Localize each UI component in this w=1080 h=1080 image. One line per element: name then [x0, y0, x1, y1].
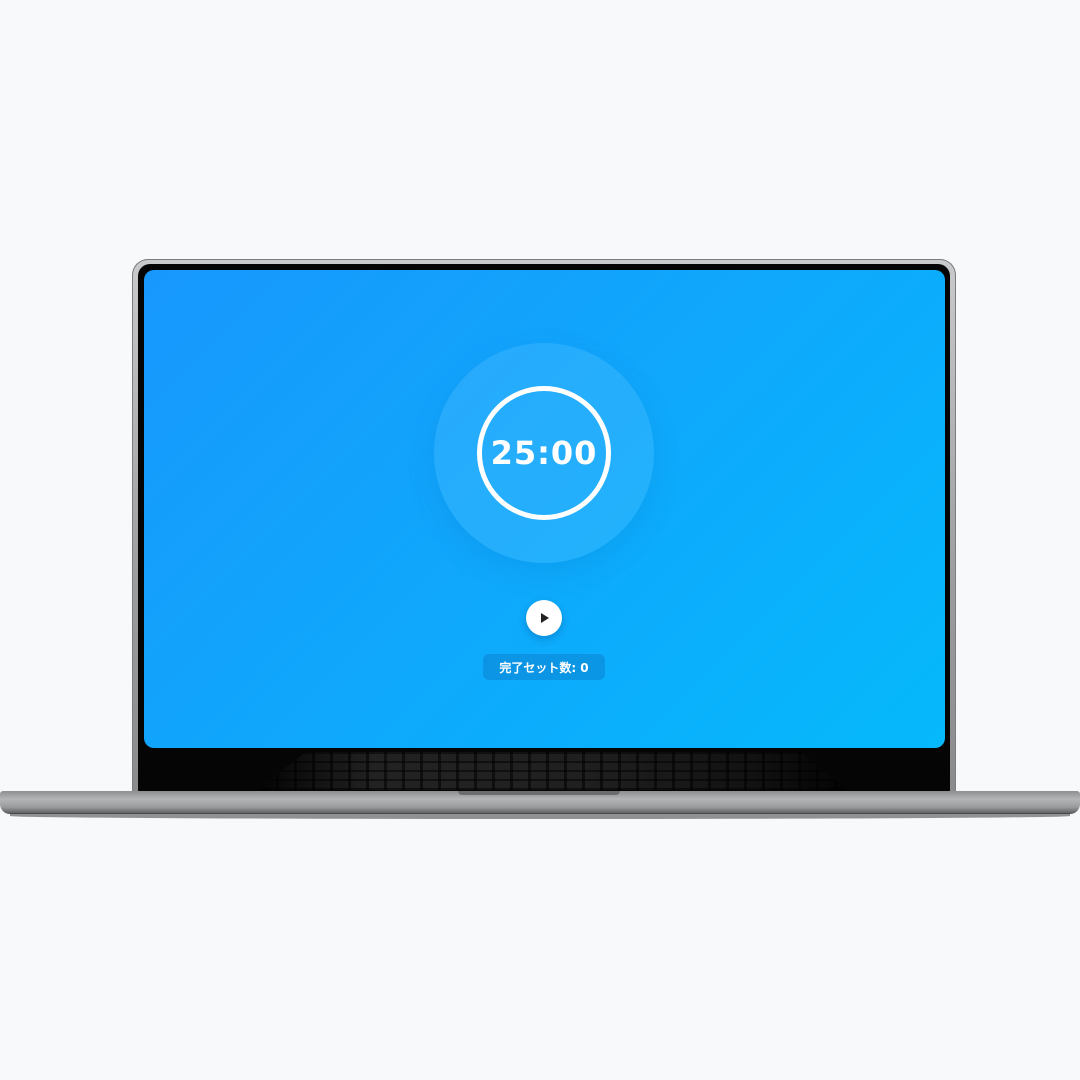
keyboard-reflection — [258, 752, 848, 790]
timer-display: 25:00 — [490, 434, 598, 472]
laptop-hinge-notch — [458, 791, 620, 795]
play-button[interactable] — [526, 600, 562, 636]
completed-sets-label: 完了セット数: 0 — [499, 660, 589, 675]
completed-sets-badge: 完了セット数: 0 — [483, 654, 605, 680]
play-icon — [541, 613, 549, 623]
app-screen: 25:00 完了セット数: 0 — [144, 270, 945, 748]
timer-ring: 25:00 — [477, 386, 611, 520]
laptop-mockup: 25:00 完了セット数: 0 — [0, 0, 1080, 1080]
